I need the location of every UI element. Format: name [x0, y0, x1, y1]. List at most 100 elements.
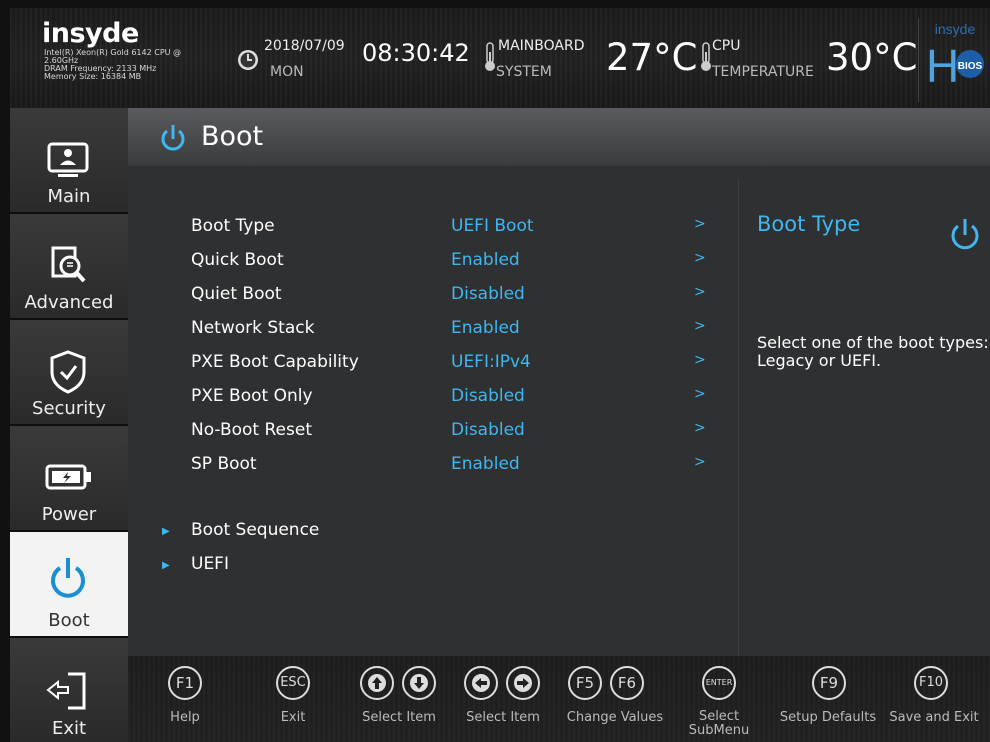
- setting-row-quiet-boot[interactable]: Quiet Boot Disabled >: [128, 284, 728, 318]
- setting-row-network-stack[interactable]: Network Stack Enabled >: [128, 318, 728, 352]
- system-label: SYSTEM: [496, 64, 552, 80]
- setting-label: PXE Boot Capability: [191, 352, 359, 372]
- setting-row-quick-boot[interactable]: Quick Boot Enabled >: [128, 250, 728, 284]
- exit-icon: [46, 672, 86, 710]
- submenu-uefi[interactable]: ▶ UEFI: [128, 554, 528, 588]
- setting-label: Quick Boot: [191, 250, 284, 270]
- system-info: Intel(R) Xeon(R) Gold 6142 CPU @ 2.60GHz…: [44, 49, 181, 81]
- setting-value[interactable]: Enabled: [451, 250, 520, 270]
- help-power-icon: [951, 219, 979, 250]
- f10-key-icon[interactable]: F10: [914, 666, 948, 700]
- setting-value[interactable]: UEFI Boot: [451, 216, 534, 236]
- help-key-label: Help: [170, 710, 200, 725]
- down-arrow-key-icon[interactable]: [402, 666, 436, 700]
- setting-row-pxe-boot-capability[interactable]: PXE Boot Capability UEFI:IPv4 >: [128, 352, 728, 386]
- setting-arrow: >: [694, 216, 706, 232]
- cpu-thermometer-icon: [701, 42, 711, 71]
- nav-label-security: Security: [32, 398, 106, 419]
- nav-item-main[interactable]: Main: [10, 108, 128, 214]
- change-values-label: Change Values: [566, 710, 664, 725]
- date: 2018/07/09: [264, 38, 345, 54]
- svg-text:H: H: [926, 40, 959, 92]
- setting-value[interactable]: Enabled: [451, 454, 520, 474]
- bios-screen: insyde Intel(R) Xeon(R) Gold 6142 CPU @ …: [0, 0, 990, 742]
- setting-value[interactable]: Disabled: [451, 284, 525, 304]
- svg-text:insyde: insyde: [935, 21, 976, 37]
- setting-value[interactable]: Disabled: [451, 420, 525, 440]
- nav-item-power[interactable]: Power: [10, 426, 128, 532]
- nav-label-main: Main: [47, 186, 91, 207]
- mainboard-label: MAINBOARD: [498, 38, 585, 54]
- insyde-logo: insyde: [42, 18, 139, 49]
- nav-item-boot[interactable]: Boot: [10, 532, 128, 638]
- main-panel: Boot Boot Type UEFI Boot > Quick Boot En…: [128, 108, 990, 656]
- setting-row-pxe-boot-only[interactable]: PXE Boot Only Disabled >: [128, 386, 728, 420]
- select-item-ud-label: Select Item: [362, 710, 436, 725]
- setting-label: SP Boot: [191, 454, 257, 474]
- setting-arrow: >: [694, 420, 706, 436]
- submenu-label: UEFI: [191, 554, 229, 574]
- nav-label-boot: Boot: [48, 610, 90, 631]
- help-text: Select one of the boot types: Legacy or …: [757, 333, 989, 370]
- esc-key-icon[interactable]: ESC: [276, 666, 310, 700]
- setting-value[interactable]: UEFI:IPv4: [451, 352, 531, 372]
- setting-value[interactable]: Disabled: [451, 386, 525, 406]
- setting-arrow: >: [694, 352, 706, 368]
- setting-arrow: >: [694, 250, 706, 266]
- submenu-triangle-icon: ▶: [162, 560, 170, 571]
- save-and-exit-label: Save and Exit: [889, 710, 979, 725]
- setting-label: Network Stack: [191, 318, 315, 338]
- nav-item-security[interactable]: Security: [10, 320, 128, 426]
- header-bar: insyde Intel(R) Xeon(R) Gold 6142 CPU @ …: [10, 8, 990, 108]
- setting-arrow: >: [694, 454, 706, 470]
- f5-key-icon[interactable]: F5: [568, 666, 602, 700]
- setting-arrow: >: [694, 284, 706, 300]
- svg-text:BIOS: BIOS: [958, 61, 983, 72]
- help-pane: Boot Type Select one of the boot types: …: [738, 178, 990, 656]
- setting-row-boot-type[interactable]: Boot Type UEFI Boot >: [128, 216, 728, 250]
- select-submenu-label: Select SubMenu: [684, 710, 754, 738]
- mainboard-thermometer-icon: [485, 42, 495, 71]
- temperature-label: TEMPERATURE: [712, 64, 814, 80]
- shield-icon: [50, 350, 86, 394]
- f6-key-icon[interactable]: F6: [610, 666, 644, 700]
- nav-item-advanced[interactable]: Advanced: [10, 214, 128, 320]
- select-submenu-line2: SubMenu: [688, 723, 750, 738]
- memory-size: Memory Size: 16384 MB: [44, 72, 142, 81]
- sidebar-nav: Main Advanced Security Power Boot Exit: [10, 108, 128, 742]
- boot-power-icon: [161, 125, 185, 151]
- setting-arrow: >: [694, 318, 706, 334]
- setup-defaults-label: Setup Defaults: [779, 710, 877, 725]
- submenu-boot-sequence[interactable]: ▶ Boot Sequence: [128, 520, 528, 554]
- up-arrow-key-icon[interactable]: [360, 666, 394, 700]
- battery-icon: [45, 464, 91, 490]
- setting-label: Boot Type: [191, 216, 275, 236]
- enter-key-icon[interactable]: ENTER: [702, 666, 736, 700]
- time: 08:30:42: [362, 39, 470, 67]
- page-title-bar: Boot: [128, 108, 990, 166]
- nav-item-exit[interactable]: Exit: [10, 638, 128, 742]
- help-title: Boot Type: [757, 212, 861, 236]
- day-of-week: MON: [270, 64, 304, 80]
- f9-key-icon[interactable]: F9: [812, 666, 846, 700]
- right-arrow-key-icon[interactable]: [506, 666, 540, 700]
- exit-key-label: Exit: [280, 710, 306, 725]
- setting-row-sp-boot[interactable]: SP Boot Enabled >: [128, 454, 728, 488]
- insyde-h2o-bios-logo: insyde H BIOS: [926, 21, 984, 92]
- monitor-icon: [47, 142, 89, 177]
- cpu-label: CPU: [712, 38, 741, 54]
- magnify-icon: [51, 246, 86, 283]
- setting-label: PXE Boot Only: [191, 386, 313, 406]
- setting-arrow: >: [694, 386, 706, 402]
- f1-key-icon[interactable]: F1: [168, 666, 202, 700]
- submenu-label: Boot Sequence: [191, 520, 320, 540]
- setting-label: No-Boot Reset: [191, 420, 312, 440]
- header-divider: [918, 18, 919, 102]
- setting-value[interactable]: Enabled: [451, 318, 520, 338]
- left-arrow-key-icon[interactable]: [464, 666, 498, 700]
- setting-row-no-boot-reset[interactable]: No-Boot Reset Disabled >: [128, 420, 728, 454]
- nav-label-exit: Exit: [51, 718, 87, 739]
- key-help-bar: F1 Help ESC Exit Select Item Select Item…: [128, 656, 990, 742]
- select-item-lr-label: Select Item: [466, 710, 540, 725]
- cpu-temperature: 30°C: [826, 36, 918, 79]
